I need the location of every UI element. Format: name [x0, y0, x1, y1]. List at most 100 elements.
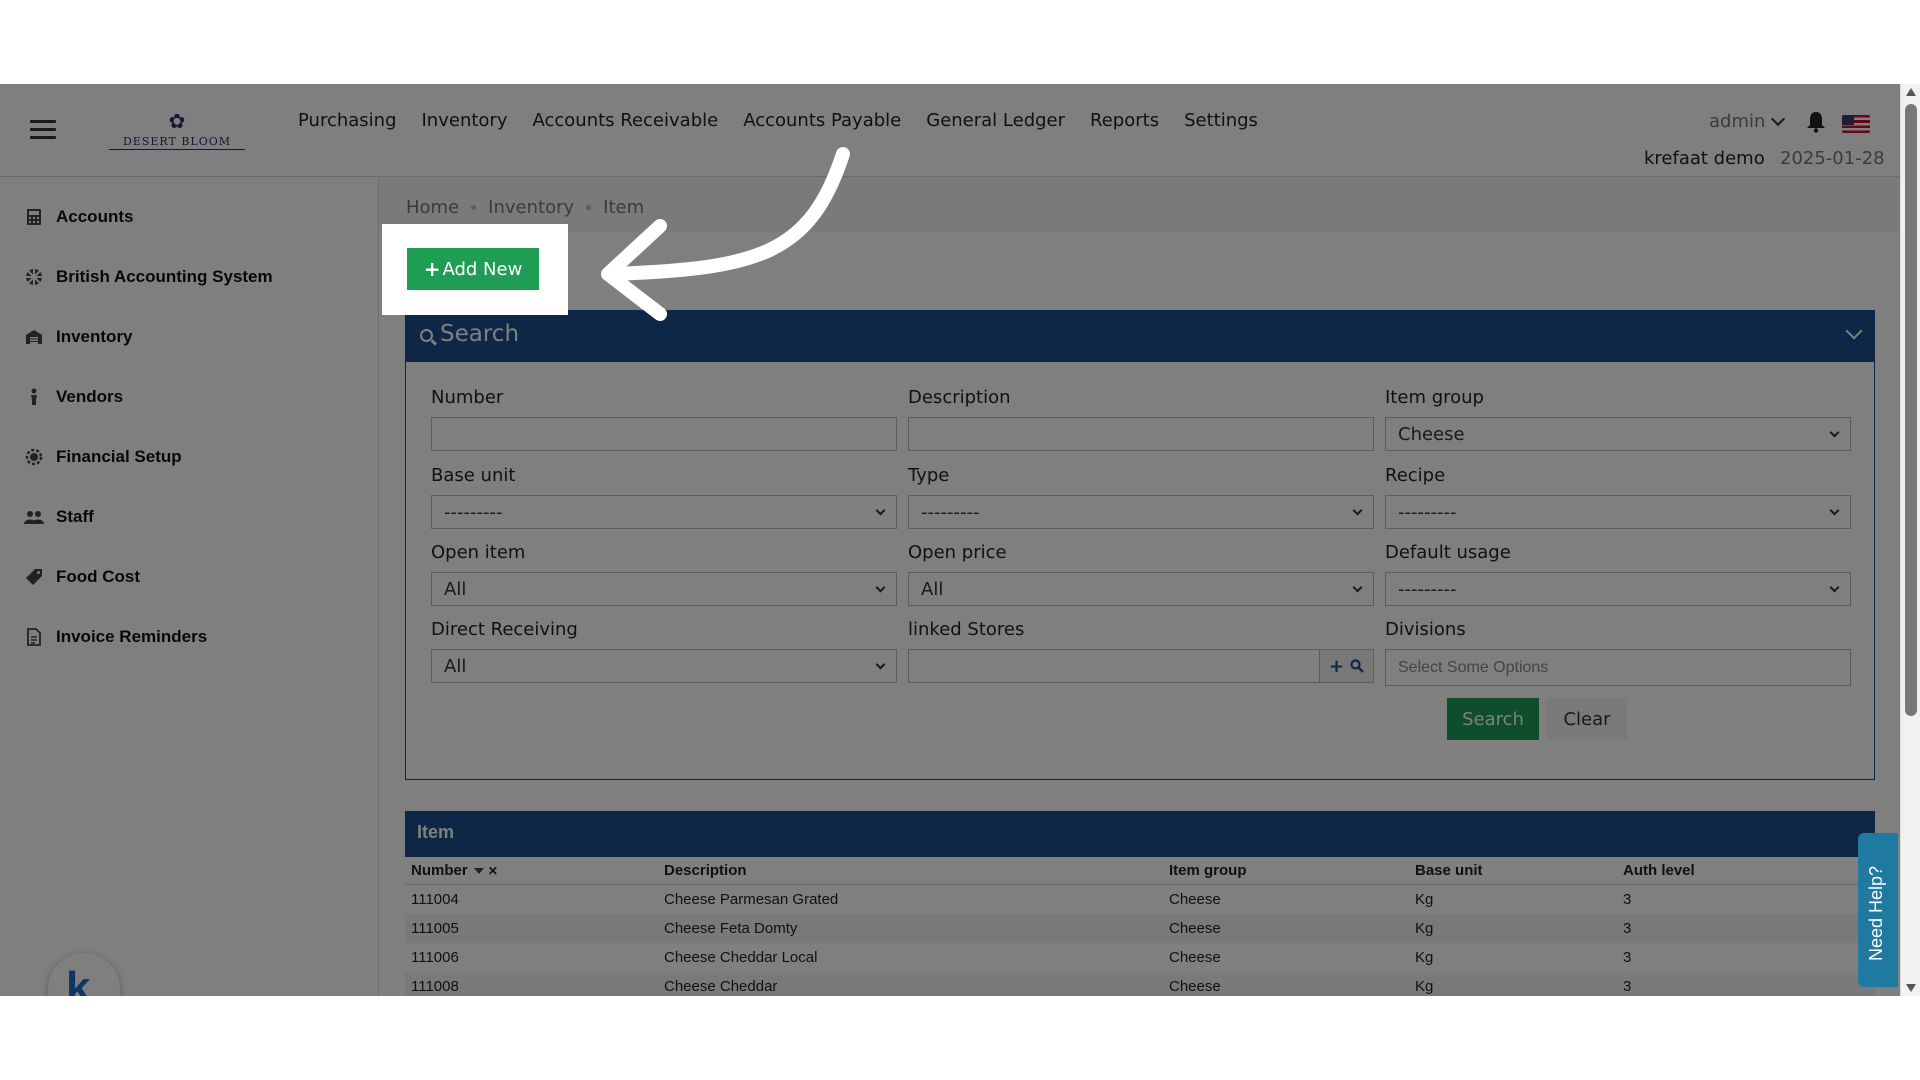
- column-label: Number: [411, 862, 468, 879]
- description-label: Description: [908, 387, 1011, 408]
- chevron-down-icon: [875, 505, 886, 516]
- linked-stores-input[interactable]: +: [908, 649, 1374, 683]
- chevron-down-icon: [875, 659, 886, 670]
- tag-icon: [24, 567, 44, 587]
- recipe-select[interactable]: ---------: [1385, 495, 1851, 529]
- top-header: ✿ DESERT BLOOM Purchasing Inventory Acco…: [0, 84, 1900, 177]
- scrollbar-thumb[interactable]: [1905, 104, 1917, 716]
- vertical-scrollbar[interactable]: [1900, 84, 1920, 996]
- sidebar-item-british-accounting[interactable]: British Accounting System: [24, 262, 273, 292]
- description-input[interactable]: [908, 417, 1374, 451]
- sidebar-item-label: Accounts: [56, 207, 134, 226]
- chevron-down-icon: [1352, 582, 1363, 593]
- sidebar-item-staff[interactable]: Staff: [24, 502, 94, 532]
- chevron-down-icon[interactable]: [1845, 322, 1863, 340]
- current-date: 2025-01-28: [1780, 148, 1885, 169]
- flower-icon: ✿: [168, 109, 186, 133]
- divisions-multiselect[interactable]: Select Some Options: [1385, 649, 1851, 686]
- sidebar-item-inventory[interactable]: Inventory: [24, 322, 133, 352]
- nav-purchasing[interactable]: Purchasing: [298, 110, 397, 131]
- type-label: Type: [908, 465, 950, 486]
- search-icon[interactable]: [1350, 659, 1364, 673]
- add-new-button[interactable]: + Add New: [407, 248, 539, 290]
- type-field: Type ---------: [908, 465, 1374, 529]
- sort-desc-icon[interactable]: [473, 868, 484, 875]
- warehouse-icon: [24, 327, 44, 347]
- default-usage-field: Default usage ---------: [1385, 542, 1851, 606]
- base-unit-select[interactable]: ---------: [431, 495, 897, 529]
- search-button[interactable]: Search: [1447, 698, 1539, 740]
- company-logo[interactable]: ✿ DESERT BLOOM: [106, 109, 248, 150]
- breadcrumb-home[interactable]: Home: [406, 197, 459, 218]
- nav-inventory[interactable]: Inventory: [422, 110, 508, 131]
- items-grid: Number ✕ Description Item group Base uni…: [405, 857, 1875, 996]
- divisions-field: Divisions Select Some Options: [1385, 619, 1851, 686]
- column-description-header[interactable]: Description: [658, 862, 1163, 879]
- sidebar-item-food-cost[interactable]: Food Cost: [24, 562, 140, 592]
- company-name: krefaat demo: [1644, 148, 1765, 169]
- cell-description: Cheese Feta Domty: [664, 920, 798, 937]
- nav-settings[interactable]: Settings: [1184, 110, 1258, 131]
- user-menu[interactable]: admin: [1709, 111, 1786, 132]
- add-new-highlight: + Add New: [382, 224, 568, 315]
- uk-flag-icon: [24, 267, 44, 287]
- cell-auth-level: 3: [1623, 949, 1632, 966]
- hamburger-menu-icon[interactable]: [30, 120, 56, 140]
- cell-base-unit: Kg: [1415, 920, 1434, 937]
- plus-icon[interactable]: +: [1329, 656, 1344, 677]
- column-base-unit-header[interactable]: Base unit: [1409, 862, 1617, 879]
- breadcrumb-inventory[interactable]: Inventory: [488, 197, 574, 218]
- open-item-field: Open item All: [431, 542, 897, 606]
- k-assistant-badge[interactable]: k 10: [48, 953, 120, 996]
- type-select[interactable]: ---------: [908, 495, 1374, 529]
- linked-stores-addon[interactable]: +: [1319, 650, 1373, 682]
- bell-icon[interactable]: [1806, 111, 1826, 133]
- table-row[interactable]: 111006 Cheese Cheddar Local Cheese Kg 3: [405, 943, 1875, 972]
- nav-accounts-receivable[interactable]: Accounts Receivable: [532, 110, 718, 131]
- base-unit-field: Base unit ---------: [431, 465, 897, 529]
- scroll-down-icon[interactable]: [1906, 984, 1916, 992]
- column-auth-level-header[interactable]: Auth level: [1617, 862, 1875, 879]
- number-input[interactable]: [431, 417, 897, 451]
- scroll-up-icon[interactable]: [1906, 88, 1916, 96]
- recipe-value: ---------: [1398, 501, 1457, 523]
- sidebar-item-vendors[interactable]: Vendors: [24, 382, 123, 412]
- item-group-value: Cheese: [1398, 423, 1465, 445]
- sidebar-item-accounts[interactable]: Accounts: [24, 202, 133, 232]
- bottom-margin: [0, 996, 1920, 1080]
- app-window: ✿ DESERT BLOOM Purchasing Inventory Acco…: [0, 84, 1920, 996]
- open-item-select[interactable]: All: [431, 572, 897, 606]
- need-help-tab[interactable]: Need Help?: [1858, 833, 1898, 987]
- us-flag-icon[interactable]: [1842, 115, 1870, 133]
- table-row[interactable]: 111008 Cheese Cheddar Cheese Kg 3: [405, 972, 1875, 996]
- open-price-select[interactable]: All: [908, 572, 1374, 606]
- column-number-header[interactable]: Number ✕: [405, 862, 658, 879]
- sidebar-item-label: Inventory: [56, 327, 133, 346]
- document-icon: [24, 627, 44, 647]
- item-group-select[interactable]: Cheese: [1385, 417, 1851, 451]
- sidebar-item-invoice-reminders[interactable]: Invoice Reminders: [24, 622, 207, 652]
- search-panel-title: Search: [440, 321, 520, 347]
- search-panel-header[interactable]: Search: [406, 311, 1874, 362]
- sidebar-item-label: Vendors: [56, 387, 124, 406]
- need-help-label: Need Help?: [1866, 865, 1886, 961]
- table-row[interactable]: 111005 Cheese Feta Domty Cheese Kg 3: [405, 914, 1875, 943]
- sidebar-item-financial-setup[interactable]: Financial Setup: [24, 442, 182, 472]
- nav-accounts-payable[interactable]: Accounts Payable: [743, 110, 901, 131]
- direct-receiving-select[interactable]: All: [431, 649, 897, 683]
- calculator-icon: [24, 207, 44, 227]
- column-item-group-header[interactable]: Item group: [1163, 862, 1409, 879]
- cell-number: 111008: [411, 978, 459, 995]
- item-group-label: Item group: [1385, 387, 1484, 408]
- cell-number: 111005: [411, 920, 459, 937]
- nav-general-ledger[interactable]: General Ledger: [926, 110, 1065, 131]
- gear-coin-icon: [24, 447, 44, 467]
- clear-button[interactable]: Clear: [1547, 698, 1627, 740]
- table-row[interactable]: 111004 Cheese Parmesan Grated Cheese Kg …: [405, 885, 1875, 914]
- clear-sort-icon[interactable]: ✕: [488, 864, 498, 878]
- breadcrumb: Home Inventory Item: [406, 197, 644, 218]
- chevron-down-icon: [1829, 427, 1840, 438]
- nav-reports[interactable]: Reports: [1090, 110, 1159, 131]
- default-usage-select[interactable]: ---------: [1385, 572, 1851, 606]
- person-icon: [24, 387, 44, 407]
